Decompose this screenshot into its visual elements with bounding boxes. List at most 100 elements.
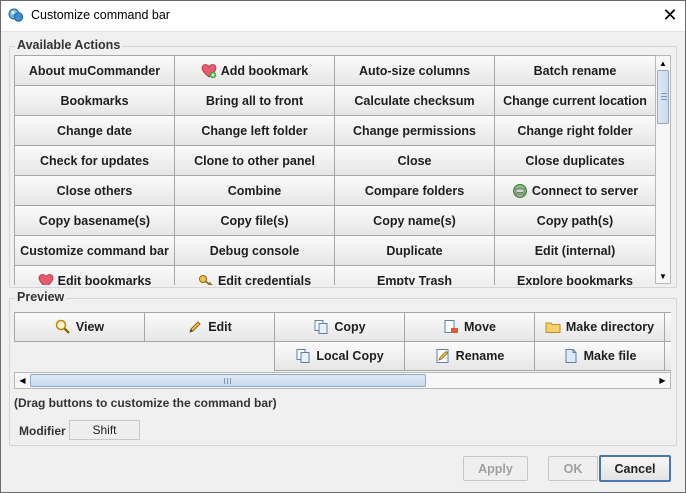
action-label: Explore bookmarks [516, 273, 633, 286]
move-icon [444, 320, 459, 333]
action-empty-trash-button[interactable]: Empty Trash [334, 265, 495, 285]
action-label: Bring all to front [205, 93, 304, 108]
action-duplicate-button[interactable]: Duplicate [334, 235, 495, 266]
action-connect-to-server-button[interactable]: Connect to server [494, 175, 655, 206]
preview-button-label: Copy [334, 320, 366, 334]
action-label: Customize command bar [20, 243, 169, 258]
preview-edit-button[interactable]: Edit [144, 312, 275, 342]
action-copy-path-s-button[interactable]: Copy path(s) [494, 205, 655, 236]
local-copy-icon [296, 349, 310, 363]
ok-button[interactable]: OK [548, 456, 598, 481]
action-label: Copy name(s) [373, 213, 456, 228]
action-edit-bookmarks-button[interactable]: Edit bookmarks [14, 265, 175, 285]
action-edit-internal-button[interactable]: Edit (internal) [494, 235, 655, 266]
action-bookmarks-button[interactable]: Bookmarks [14, 85, 175, 116]
actions-vertical-scrollbar[interactable]: ▲ ▼ [655, 55, 671, 284]
scroll-down-arrow-icon[interactable]: ▼ [656, 269, 670, 283]
action-compare-folders-button[interactable]: Compare folders [334, 175, 495, 206]
action-label: Change current location [503, 93, 647, 108]
grip-line [227, 378, 228, 384]
action-copy-name-s-button[interactable]: Copy name(s) [334, 205, 495, 236]
action-grid: About muCommander Add bookmark Auto-size c… [14, 55, 655, 285]
action-label: Connect to server [531, 183, 639, 198]
apply-button[interactable]: Apply [463, 456, 528, 481]
action-label: Add bookmark [220, 63, 309, 78]
available-actions-list: About muCommander Add bookmark Auto-size c… [14, 55, 655, 285]
action-calculate-checksum-button[interactable]: Calculate checksum [334, 85, 495, 116]
action-check-for-updates-button[interactable]: Check for updates [14, 145, 175, 176]
action-label: Clone to other panel [194, 153, 315, 168]
rename-icon [436, 349, 449, 363]
preview-button-label: Edit [208, 320, 232, 334]
action-debug-console-button[interactable]: Debug console [174, 235, 335, 266]
grip-line [230, 378, 231, 384]
action-label: Close [397, 153, 432, 168]
action-bring-all-to-front-button[interactable]: Bring all to front [174, 85, 335, 116]
copy-icon [314, 320, 328, 334]
preview-rename-button[interactable]: Rename [404, 341, 535, 371]
action-change-left-folder-button[interactable]: Change left folder [174, 115, 335, 146]
action-label: Auto-size columns [358, 63, 471, 78]
action-label: Batch rename [533, 63, 617, 78]
close-button[interactable]: ✕ [654, 0, 686, 31]
action-about-mucommander-button[interactable]: About muCommander [14, 55, 175, 86]
action-clone-to-other-panel-button[interactable]: Clone to other panel [174, 145, 335, 176]
preview-button-label: Make directory [565, 320, 655, 334]
window-title: Customize command bar [31, 8, 170, 22]
action-change-right-folder-button[interactable]: Change right folder [494, 115, 655, 146]
action-close-duplicates-button[interactable]: Close duplicates [494, 145, 655, 176]
action-combine-button[interactable]: Combine [174, 175, 335, 206]
modifier-field[interactable]: Shift [69, 420, 140, 440]
action-edit-credentials-button[interactable]: Edit credentials [174, 265, 335, 285]
mucommander-app-icon [8, 8, 24, 22]
action-batch-rename-button[interactable]: Batch rename [494, 55, 655, 86]
action-copy-file-s-button[interactable]: Copy file(s) [174, 205, 335, 236]
grip-line [661, 96, 667, 97]
grip-line [661, 93, 667, 94]
scroll-left-arrow-icon[interactable]: ◀ [15, 373, 30, 388]
preview-move-button[interactable]: Move [404, 312, 535, 342]
action-close-others-button[interactable]: Close others [14, 175, 175, 206]
action-customize-command-bar-button[interactable]: Customize command bar [14, 235, 175, 266]
action-label: Edit bookmarks [57, 273, 152, 286]
horizontal-scroll-thumb[interactable] [30, 374, 426, 387]
preview-button-label: Make file [583, 349, 637, 363]
preview-horizontal-scrollbar[interactable]: ◀ ▶ [14, 372, 671, 389]
preview-legend: Preview [15, 290, 67, 304]
action-label: Bookmarks [60, 93, 129, 108]
preview-view-button[interactable]: View [14, 312, 145, 342]
action-copy-basename-s-button[interactable]: Copy basename(s) [14, 205, 175, 236]
action-add-bookmark-button[interactable]: Add bookmark [174, 55, 335, 86]
action-label: Change left folder [201, 123, 308, 138]
preview-local-copy-button[interactable]: Local Copy [274, 341, 405, 371]
preview-overflow-button[interactable] [664, 312, 671, 342]
preview-make-file-button[interactable]: Make file [534, 341, 665, 371]
available-actions-legend: Available Actions [15, 38, 123, 52]
action-change-permissions-button[interactable]: Change permissions [334, 115, 495, 146]
action-change-current-location-button[interactable]: Change current location [494, 85, 655, 116]
action-close-button[interactable]: Close [334, 145, 495, 176]
cancel-button[interactable]: Cancel [599, 455, 671, 482]
heart-add-icon [201, 63, 217, 79]
grip-line [661, 99, 667, 100]
pencil-icon [189, 321, 201, 333]
action-label: Empty Trash [376, 273, 453, 286]
scroll-up-arrow-icon[interactable]: ▲ [656, 56, 670, 70]
action-label: Change right folder [517, 123, 633, 138]
folder-icon [545, 322, 561, 333]
action-label: Change date [56, 123, 132, 138]
vertical-scroll-thumb[interactable] [657, 70, 669, 124]
grip-line [224, 378, 225, 384]
preview-overflow-button[interactable] [664, 341, 671, 371]
preview-make-directory-button[interactable]: Make directory [534, 312, 665, 342]
drag-hint-text: (Drag buttons to customize the command b… [14, 396, 277, 410]
action-auto-size-columns-button[interactable]: Auto-size columns [334, 55, 495, 86]
scroll-right-arrow-icon[interactable]: ▶ [655, 373, 670, 388]
action-label: Copy basename(s) [38, 213, 151, 228]
preview-copy-button[interactable]: Copy [274, 312, 405, 342]
action-label: Close duplicates [525, 153, 625, 168]
action-label: Check for updates [39, 153, 150, 168]
action-label: Compare folders [364, 183, 465, 198]
action-change-date-button[interactable]: Change date [14, 115, 175, 146]
action-explore-bookmarks-button[interactable]: Explore bookmarks [494, 265, 655, 285]
